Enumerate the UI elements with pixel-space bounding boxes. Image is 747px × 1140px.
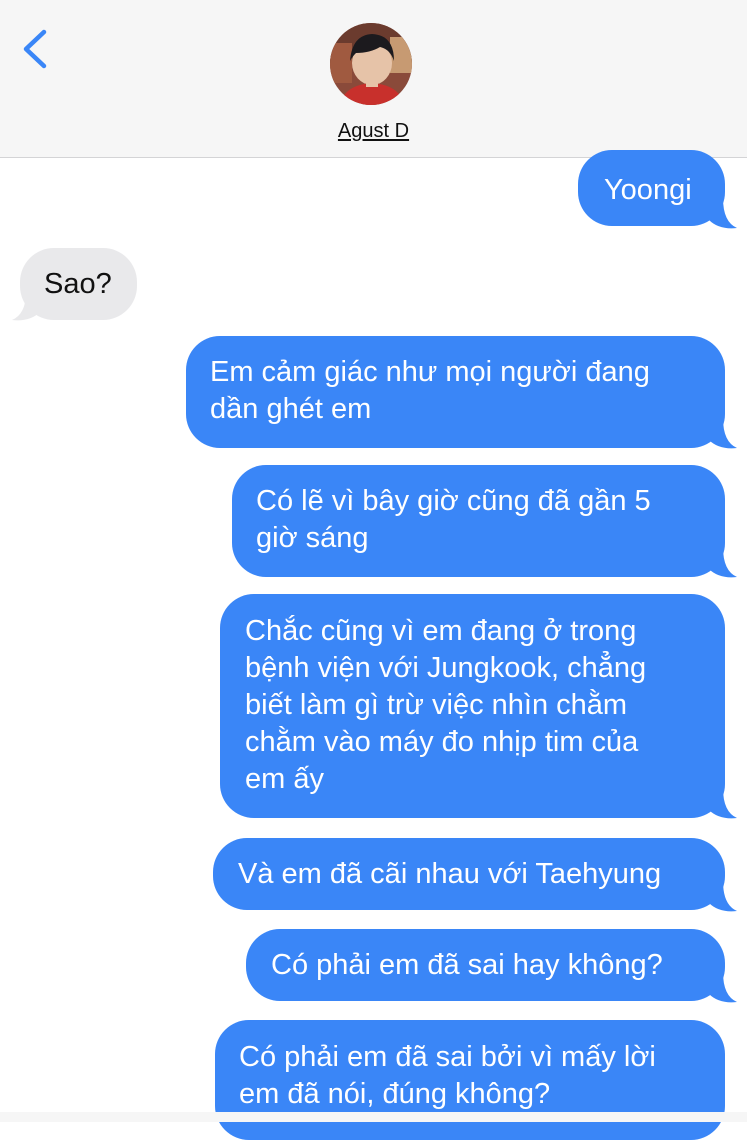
bubble-tail — [709, 198, 737, 229]
message-bubble-outgoing[interactable]: Có lẽ vì bây giờ cũng đã gần 5 giờ sáng — [232, 465, 737, 578]
message-bubble-incoming[interactable]: Sao? — [12, 248, 137, 321]
message-text: Chắc cũng vì em đang ở trong — [245, 615, 637, 647]
message-text: giờ sáng — [256, 522, 369, 554]
bubble-tail — [709, 881, 737, 912]
message-text: Em cảm giác như mọi người đang — [210, 356, 650, 388]
back-button[interactable] — [18, 24, 58, 74]
conversation-header: Agust D — [0, 0, 747, 158]
bubble-tail — [709, 418, 737, 449]
message-bubble-outgoing[interactable]: Có phải em đã sai hay không? — [246, 929, 737, 1003]
bubble-tail — [709, 788, 737, 819]
message-bubble-outgoing[interactable]: Có phải em đã sai bởi vì mấy lời em đã n… — [215, 1020, 725, 1140]
contact-avatar[interactable] — [330, 23, 412, 105]
chevron-left-icon — [23, 29, 47, 69]
message-text: Có phải em đã sai bởi vì mấy lời — [239, 1041, 656, 1073]
bubble-tail — [12, 292, 40, 321]
message-text: bệnh viện với Jungkook, chẳng — [245, 652, 647, 684]
message-text: dần ghét em — [210, 393, 372, 425]
message-bubble-outgoing[interactable]: Yoongi — [578, 150, 737, 229]
message-text: biết làm gì trừ việc nhìn chằm — [245, 689, 628, 721]
message-bubble-outgoing[interactable]: Em cảm giác như mọi người đang dần ghét … — [186, 336, 737, 449]
message-text: Sao? — [44, 268, 112, 300]
message-text: chằm vào máy đo nhịp tim của — [245, 726, 639, 758]
message-text: Và em đã cãi nhau với Taehyung — [238, 858, 662, 890]
contact-name[interactable]: Agust D — [0, 120, 747, 143]
message-text: em ấy — [245, 763, 324, 795]
message-text: em đã nói, đúng không? — [239, 1078, 551, 1110]
avatar-photo — [330, 23, 412, 105]
bubble-tail — [709, 547, 737, 578]
message-bubble-outgoing[interactable]: Và em đã cãi nhau với Taehyung — [213, 838, 737, 912]
bottom-toolbar-edge — [0, 1112, 747, 1122]
message-text: Có phải em đã sai hay không? — [271, 949, 663, 981]
bubble-tail — [709, 972, 737, 1003]
message-text: Có lẽ vì bây giờ cũng đã gần 5 — [256, 485, 651, 517]
message-text: Yoongi — [604, 174, 692, 206]
message-bubble-outgoing[interactable]: Chắc cũng vì em đang ở trong bệnh viện v… — [220, 594, 737, 819]
